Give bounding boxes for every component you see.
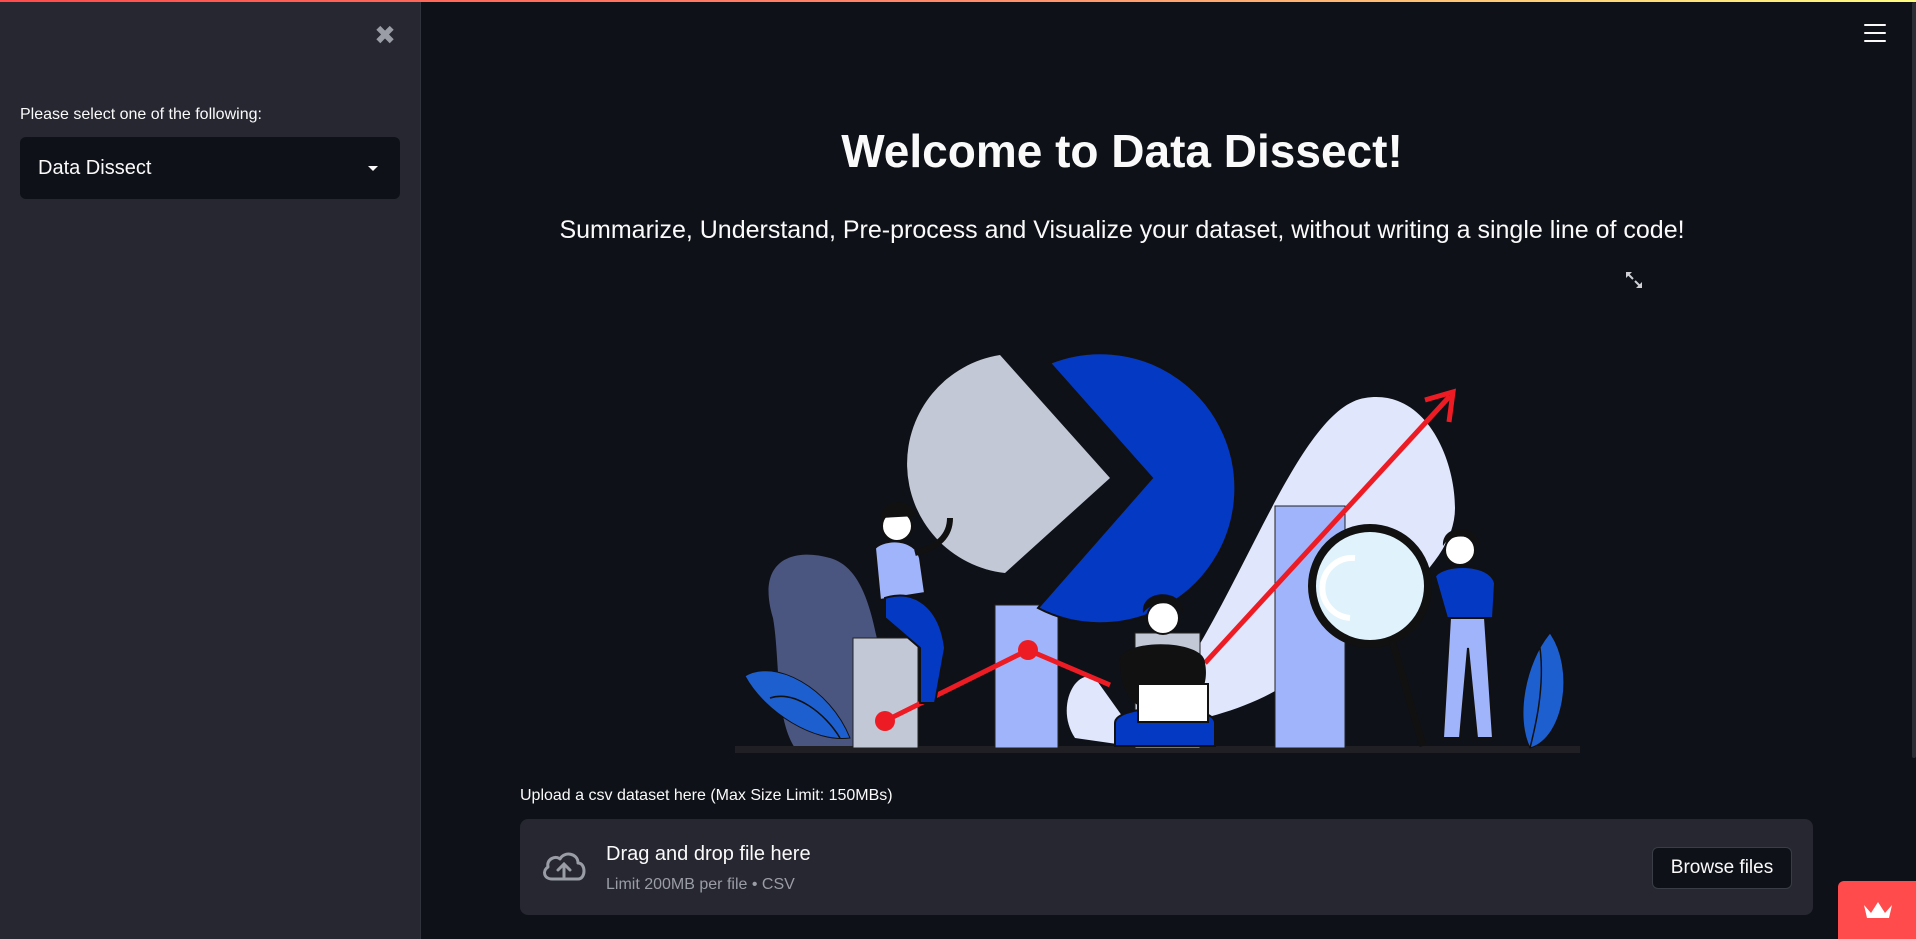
crown-icon <box>1864 902 1892 918</box>
close-icon[interactable]: ✖ <box>372 22 398 48</box>
cloud-upload-icon <box>543 852 586 881</box>
browse-files-button[interactable]: Browse files <box>1652 847 1792 889</box>
upload-label: Upload a csv dataset here (Max Size Limi… <box>520 787 893 804</box>
chevron-down-icon <box>368 165 378 171</box>
page-select[interactable]: Data Dissect <box>20 137 400 199</box>
hamburger-menu-icon[interactable] <box>1864 24 1886 42</box>
scrollbar[interactable] <box>1912 2 1916 758</box>
page-title: Welcome to Data Dissect! <box>841 125 1403 177</box>
dropzone-limit: Limit 200MB per file • CSV <box>606 876 795 893</box>
dropzone-title: Drag and drop file here <box>606 843 811 865</box>
streamlit-badge[interactable] <box>1838 881 1916 939</box>
select-label: Please select one of the following: <box>20 106 262 123</box>
file-dropzone[interactable]: Drag and drop file here Limit 200MB per … <box>520 819 1813 915</box>
page-subtitle: Summarize, Understand, Pre-process and V… <box>559 216 1685 244</box>
expand-icon[interactable] <box>1624 270 1644 290</box>
sidebar: ✖ Please select one of the following: Da… <box>0 2 421 939</box>
select-value: Data Dissect <box>38 156 152 179</box>
data-analysis-illustration <box>735 352 1580 753</box>
